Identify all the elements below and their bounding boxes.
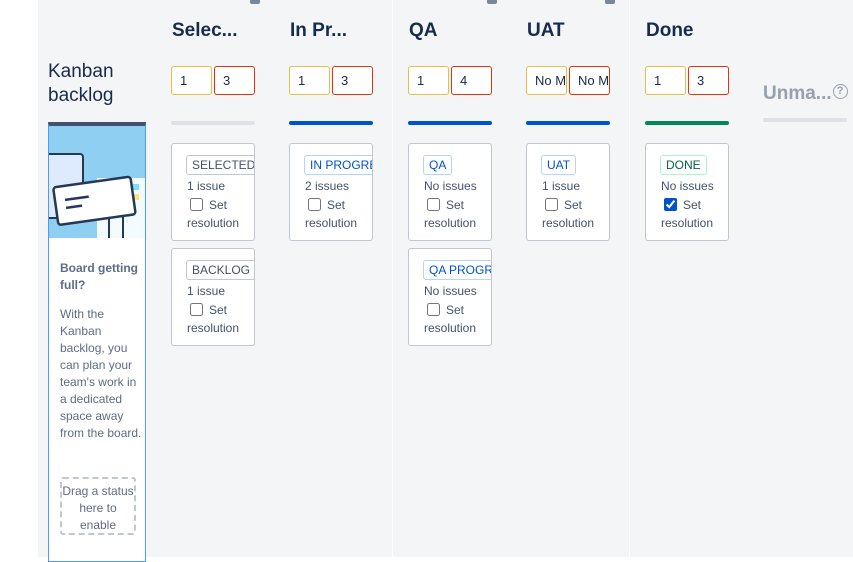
set-resolution-label: Set xyxy=(209,198,228,212)
status-issue-count: No issues xyxy=(424,179,477,193)
column-max-limit-input[interactable] xyxy=(569,66,610,95)
set-resolution-option[interactable]: Set resolution xyxy=(542,196,609,232)
set-resolution-label-line2: resolution xyxy=(187,216,240,230)
kanban-backlog-title: Kanban backlog xyxy=(48,61,114,106)
unmapped-statuses-header: Unma...? xyxy=(763,83,848,105)
column-title[interactable]: Selec... xyxy=(172,20,238,42)
column-drag-handle[interactable] xyxy=(250,0,260,4)
unmapped-statuses-title: Unma... xyxy=(763,83,832,104)
set-resolution-option[interactable]: Set resolution xyxy=(187,196,254,232)
kanban-backlog-panel: Board getting full? With the Kanban back… xyxy=(48,122,146,562)
set-resolution-checkbox[interactable] xyxy=(427,198,440,211)
column-drag-handle[interactable] xyxy=(487,0,497,4)
status-issue-count: 2 issues xyxy=(305,179,350,193)
set-resolution-label: Set xyxy=(209,303,228,317)
set-resolution-label-line2: resolution xyxy=(305,216,358,230)
status-issue-count: 1 issue xyxy=(542,179,581,193)
column-title[interactable]: In Pr... xyxy=(290,20,347,42)
board-full-heading: Board getting full? xyxy=(60,261,138,292)
set-resolution-checkbox[interactable] xyxy=(545,198,558,211)
set-resolution-label-line2: resolution xyxy=(542,216,595,230)
status-card[interactable]: DONE No issues Set resolution xyxy=(645,143,729,241)
set-resolution-option[interactable]: Set resolution xyxy=(424,301,491,337)
status-lozenge: QA xyxy=(423,155,453,175)
set-resolution-label-line2: resolution xyxy=(187,321,240,335)
column-category-bar xyxy=(408,121,492,125)
set-resolution-checkbox[interactable] xyxy=(308,198,321,211)
set-resolution-option[interactable]: Set resolution xyxy=(424,196,491,232)
set-resolution-option[interactable]: Set resolution xyxy=(187,301,254,337)
column-drag-handle[interactable] xyxy=(605,0,615,4)
column-max-limit-input[interactable] xyxy=(451,66,492,95)
question-circle-icon[interactable]: ? xyxy=(832,84,848,99)
board-column: In Pr... IN PROGRE 2 issues Set resoluti… xyxy=(274,0,392,557)
status-lozenge: DONE xyxy=(660,155,707,175)
set-resolution-label: Set xyxy=(564,198,583,212)
status-lozenge: SELECTED F xyxy=(186,155,254,175)
set-resolution-label-line2: resolution xyxy=(424,216,477,230)
status-issue-count: No issues xyxy=(661,179,714,193)
column-category-bar xyxy=(645,121,729,125)
column-min-limit-input[interactable] xyxy=(289,66,330,95)
backlog-drop-zone[interactable]: Drag a status here to enable xyxy=(60,477,136,535)
set-resolution-label: Set xyxy=(446,198,465,212)
status-issue-count: 1 issue xyxy=(187,284,226,298)
column-category-bar xyxy=(289,121,373,125)
status-card[interactable]: QA PROGRE No issues Set resolution xyxy=(408,248,492,346)
column-max-limit-input[interactable] xyxy=(332,66,373,95)
set-resolution-checkbox[interactable] xyxy=(427,303,440,316)
status-lozenge: UAT xyxy=(541,155,577,175)
set-resolution-option[interactable]: Set resolution xyxy=(661,196,728,232)
board-column: Selec... SELECTED F 1 issue Set resoluti… xyxy=(156,0,274,557)
status-card[interactable]: QA No issues Set resolution xyxy=(408,143,492,241)
set-resolution-label: Set xyxy=(327,198,346,212)
column-min-limit-input[interactable] xyxy=(171,66,212,95)
status-lozenge: BACKLOG xyxy=(186,260,254,280)
set-resolution-label-line2: resolution xyxy=(424,321,477,335)
status-card[interactable]: UAT 1 issue Set resolution xyxy=(526,143,610,241)
status-card[interactable]: IN PROGRE 2 issues Set resolution xyxy=(289,143,373,241)
column-max-limit-input[interactable] xyxy=(688,66,729,95)
set-resolution-label: Set xyxy=(683,198,702,212)
board-column: UAT UAT 1 issue Set resolution xyxy=(511,0,629,557)
status-lozenge: IN PROGRE xyxy=(304,155,372,175)
column-category-bar xyxy=(526,121,610,125)
set-resolution-checkbox[interactable] xyxy=(664,198,677,211)
status-issue-count: 1 issue xyxy=(187,179,226,193)
status-card[interactable]: SELECTED F 1 issue Set resolution xyxy=(171,143,255,241)
set-resolution-checkbox[interactable] xyxy=(190,303,203,316)
status-card[interactable]: BACKLOG 1 issue Set resolution xyxy=(171,248,255,346)
board-column: QA QA No issues Set resolution QA PROGRE… xyxy=(393,0,511,557)
status-lozenge: QA PROGRE xyxy=(423,260,491,280)
board-column: Done DONE No issues Set resolution xyxy=(630,0,748,557)
board-full-description: With the Kanban backlog, you can plan yo… xyxy=(60,307,142,440)
status-issue-count: No issues xyxy=(424,284,477,298)
column-min-limit-input[interactable] xyxy=(526,66,567,95)
column-min-limit-input[interactable] xyxy=(408,66,449,95)
set-resolution-label: Set xyxy=(446,303,465,317)
unmapped-category-bar xyxy=(763,118,847,122)
column-max-limit-input[interactable] xyxy=(214,66,255,95)
column-title[interactable]: QA xyxy=(409,20,438,42)
set-resolution-option[interactable]: Set resolution xyxy=(305,196,372,232)
set-resolution-label-line2: resolution xyxy=(661,216,714,230)
column-title[interactable]: Done xyxy=(646,20,694,42)
board-full-illustration xyxy=(49,126,145,238)
kanban-backlog-column: Kanban backlog Board getting full? With … xyxy=(38,0,156,562)
column-min-limit-input[interactable] xyxy=(645,66,686,95)
column-category-bar xyxy=(171,121,255,125)
set-resolution-checkbox[interactable] xyxy=(190,198,203,211)
column-title[interactable]: UAT xyxy=(527,20,565,42)
